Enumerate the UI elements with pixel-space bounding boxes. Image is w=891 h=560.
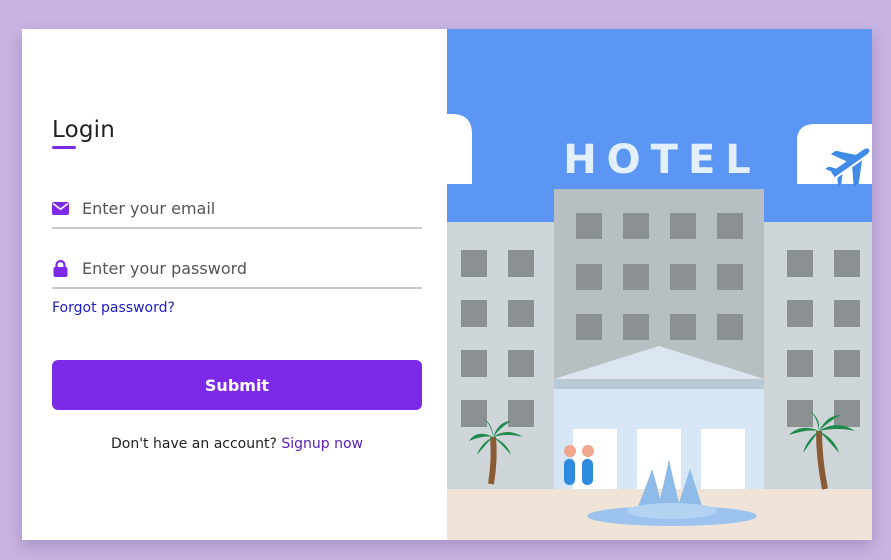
lock-icon <box>52 259 69 277</box>
forgot-password-link[interactable]: Forgot password? <box>52 300 175 316</box>
password-field <box>52 249 422 289</box>
email-input[interactable] <box>82 189 422 227</box>
submit-button[interactable]: Submit <box>52 360 422 410</box>
signup-link[interactable]: Signup now <box>281 436 363 452</box>
hotel-scene <box>447 29 872 540</box>
signup-prompt: Don't have an account? <box>110 436 277 452</box>
password-input[interactable] <box>82 249 422 287</box>
hotel-sign: HOTEL <box>563 137 761 183</box>
envelope-icon <box>52 200 69 217</box>
login-form: Login Forgot password? Submit <box>22 29 447 540</box>
page-title: Login <box>52 117 116 143</box>
signup-row: Don't have an account? Signup now <box>52 436 422 452</box>
hotel-illustration: HOTEL <box>447 29 872 540</box>
email-field <box>52 189 422 229</box>
title-underline <box>52 146 76 149</box>
login-card: Login Forgot password? Submit <box>22 29 872 540</box>
